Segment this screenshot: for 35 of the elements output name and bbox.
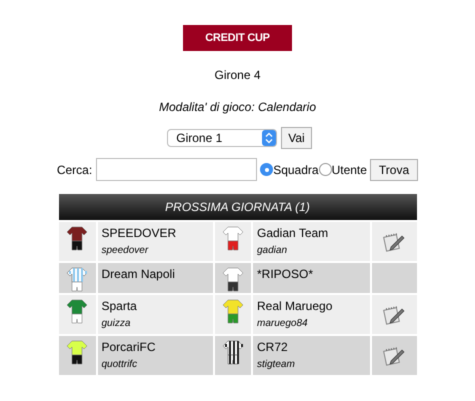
search-label: Cerca: [56,162,92,178]
radio-option[interactable]: Utente [318,160,367,178]
find-button[interactable]: Trova [370,158,418,180]
username: quottrifc [102,358,138,372]
team-name: CR72 [257,339,289,355]
jersey-icon [222,340,244,366]
team-name: Gadian Team [257,225,330,241]
group-select[interactable]: Girone 1 [167,129,278,147]
team-name: PorcariFC [102,339,157,355]
jersey-icon [66,299,88,325]
updown-icon [262,130,276,146]
team-name: SPEEDOVER [102,225,178,241]
go-button[interactable]: Vai [281,127,312,149]
team-name: Sparta [102,298,138,314]
jersey-icon [222,226,244,252]
username: guizza [102,317,132,331]
username: stigteam [257,358,296,372]
group-title: Girone 4 [214,67,261,84]
username: speedover [102,244,150,258]
notepad-pencil-icon[interactable] [383,346,405,366]
table-header: PROSSIMA GIORNATA (1) [58,194,416,221]
notepad-pencil-icon[interactable] [383,304,405,324]
logo: CREDIT CUP [183,25,292,51]
game-mode: Modalita' di gioco: Calendario [158,99,316,116]
jersey-icon [66,340,88,366]
jersey-icon [222,299,244,325]
jersey-icon [66,226,88,252]
search-field[interactable] [96,158,258,181]
username: gadian [257,244,288,258]
team-name: Real Maruego [257,298,334,314]
radio-option[interactable]: Squadra [260,160,319,178]
team-name: Dream Napoli [102,266,176,282]
username: maruego84 [257,317,309,331]
team-name: *RIPOSO* [257,266,314,282]
notepad-pencil-icon[interactable] [383,232,405,252]
